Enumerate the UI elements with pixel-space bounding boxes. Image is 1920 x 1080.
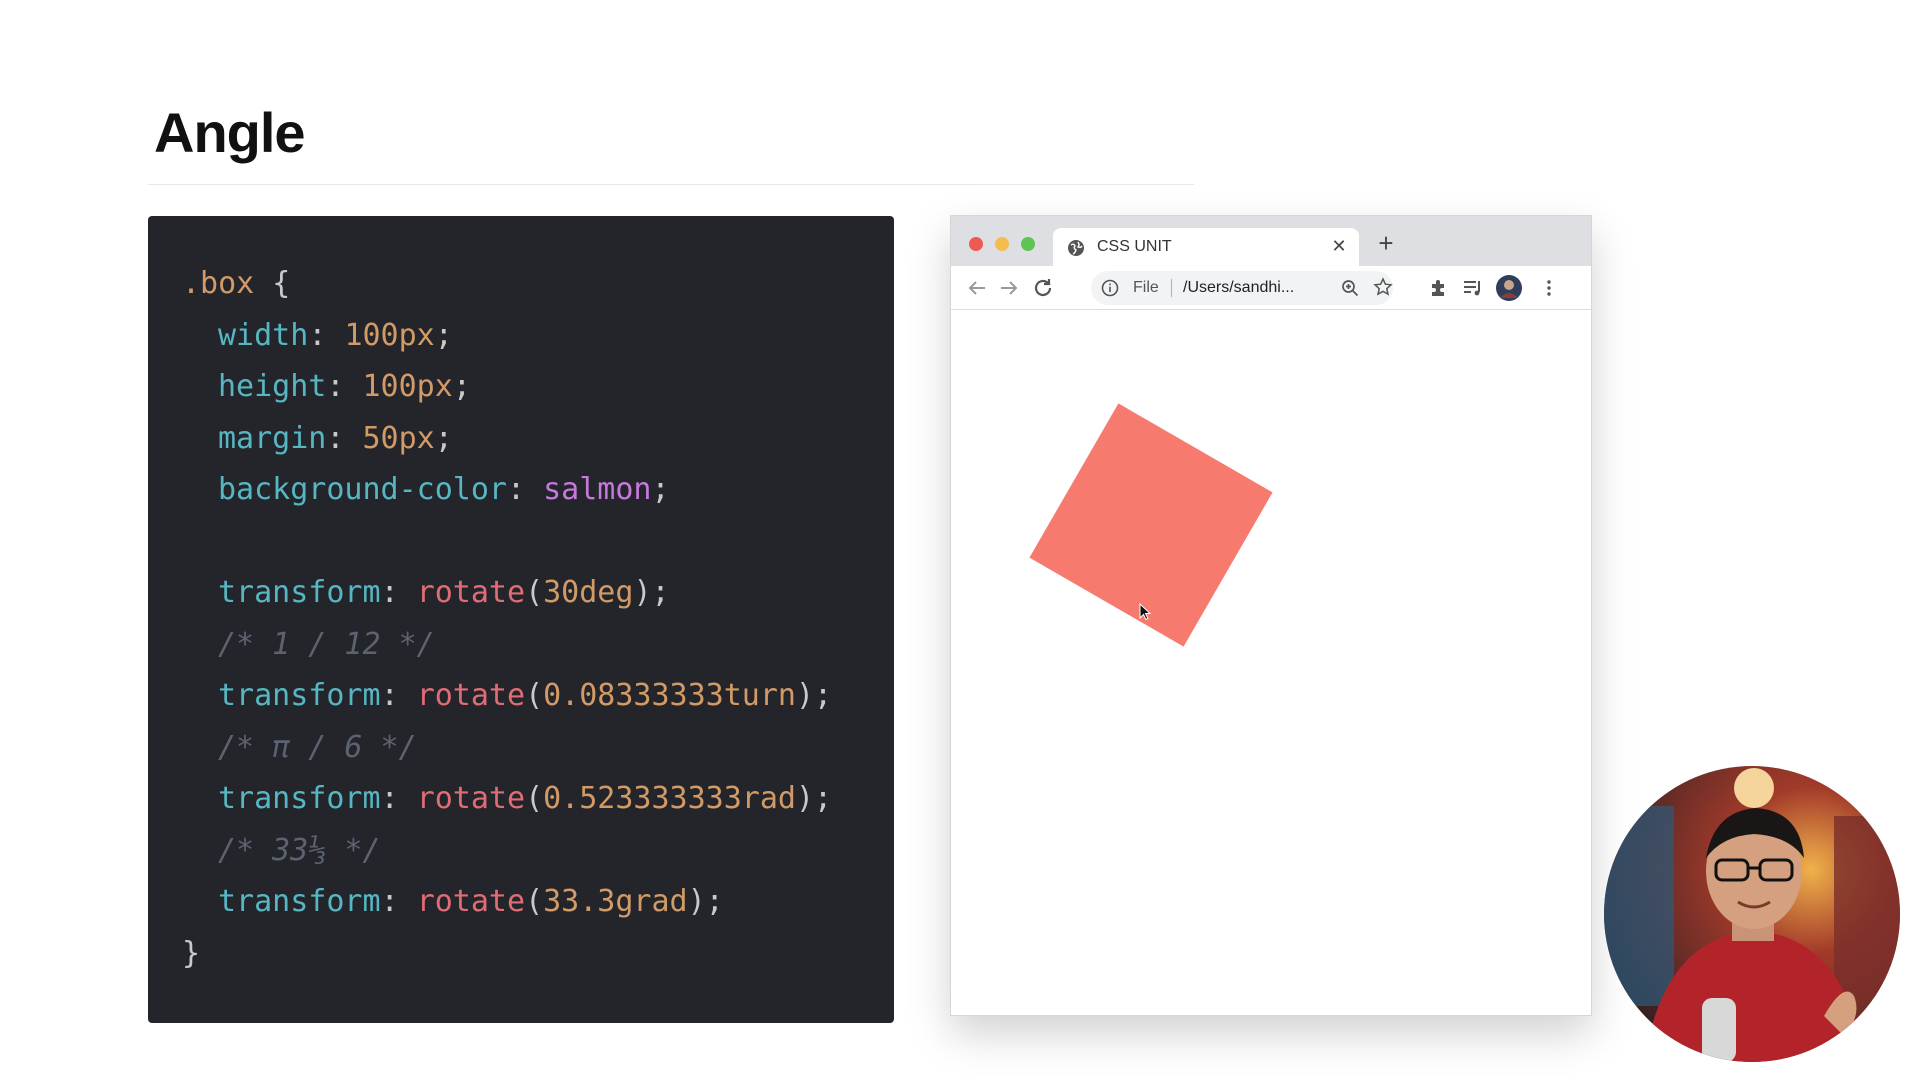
info-icon[interactable] <box>1101 279 1119 297</box>
code-comment: /* 1 / 12 */ <box>218 626 435 662</box>
code-line: transform: rotate(0.523333333rad); <box>218 781 833 816</box>
browser-titlebar: CSS UNIT ✕ + <box>951 216 1591 266</box>
code-value: salmon <box>543 472 652 507</box>
media-queue-icon[interactable] <box>1461 276 1485 300</box>
zoom-icon[interactable] <box>1341 279 1359 297</box>
code-line: /* 33⅓ */ <box>182 825 894 877</box>
code-line: /* 1 / 12 */ <box>182 619 894 671</box>
code-property: transform <box>218 781 381 816</box>
code-line: background-color: salmon; <box>218 472 670 507</box>
code-property: height <box>218 369 327 404</box>
code-comment: /* 33⅓ */ <box>218 832 381 868</box>
url-text[interactable]: /Users/sandhi... <box>1183 279 1294 297</box>
slide-title: Angle <box>154 101 306 164</box>
code-selector: .box <box>182 266 255 301</box>
page-viewport <box>951 311 1591 1015</box>
bookmark-star-icon[interactable] <box>1373 277 1393 297</box>
code-line: transform: rotate(33.3grad); <box>218 884 724 919</box>
new-tab-button[interactable]: + <box>1375 230 1397 256</box>
browser-tab[interactable]: CSS UNIT ✕ <box>1053 228 1359 266</box>
code-property: transform <box>218 884 381 919</box>
url-scheme-label: File <box>1133 279 1159 296</box>
code-property: transform <box>218 575 381 610</box>
code-brace-open: { <box>254 266 291 301</box>
code-function: rotate <box>416 781 526 816</box>
code-property: margin <box>218 420 327 456</box>
rotated-salmon-box <box>1029 403 1273 647</box>
code-function: rotate <box>416 575 526 610</box>
window-minimize-button[interactable] <box>995 237 1009 251</box>
mouse-cursor-icon <box>1139 603 1151 621</box>
code-line: } <box>182 928 894 980</box>
title-divider <box>148 184 1194 185</box>
omnibox-divider <box>1171 279 1172 297</box>
code-line: transform: rotate(0.08333333turn); <box>218 678 833 713</box>
code-property: transform <box>218 678 381 713</box>
code-line: /* π / 6 */ <box>182 722 894 774</box>
code-function: rotate <box>416 884 526 919</box>
kebab-menu-icon[interactable] <box>1537 276 1561 300</box>
code-argument: 33.3grad <box>543 884 688 919</box>
reload-icon[interactable] <box>1031 276 1055 300</box>
address-bar[interactable]: File /Users/sandhi... <box>1091 271 1393 305</box>
back-arrow-icon[interactable] <box>965 276 989 300</box>
globe-icon <box>1068 240 1084 256</box>
puzzle-icon[interactable] <box>1427 276 1451 300</box>
code-property: background-color <box>218 472 507 507</box>
window-close-button[interactable] <box>969 237 983 251</box>
code-panel: .box { width: 100px; height: 100px; marg… <box>148 216 894 1023</box>
code-brace-close: } <box>182 935 201 971</box>
code-function: rotate <box>416 678 526 713</box>
code-comment: /* π / 6 */ <box>218 729 417 765</box>
code-line: transform: rotate(30deg); <box>218 575 670 610</box>
browser-window: CSS UNIT ✕ + File /Users/sandhi... <box>950 215 1592 1016</box>
code-line: width: 100px; <box>218 317 453 353</box>
code-value: 50px <box>362 420 435 456</box>
tab-title: CSS UNIT <box>1097 238 1172 255</box>
code-argument: 0.08333333turn <box>543 678 796 713</box>
presenter-webcam <box>1604 766 1900 1062</box>
window-maximize-button[interactable] <box>1021 237 1035 251</box>
code-argument: 0.523333333rad <box>543 781 796 816</box>
code-line: height: 100px; <box>218 369 471 404</box>
code-value: 100px <box>362 369 453 404</box>
code-property: width <box>218 317 309 353</box>
code-line: margin: 50px; <box>218 420 453 456</box>
close-icon[interactable]: ✕ <box>1329 236 1349 256</box>
avatar[interactable] <box>1495 274 1523 302</box>
code-line: .box { <box>182 258 894 310</box>
code-argument: 30deg <box>543 575 634 610</box>
forward-arrow-icon[interactable] <box>997 276 1021 300</box>
browser-toolbar: File /Users/sandhi... <box>951 266 1591 310</box>
code-value: 100px <box>344 317 435 353</box>
